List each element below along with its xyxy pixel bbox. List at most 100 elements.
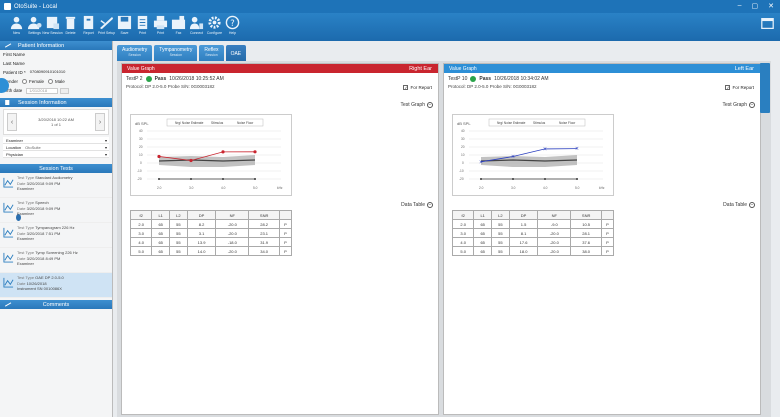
session-info-header[interactable]: Session Information (0, 98, 112, 107)
patient-id-label: Patient ID * (3, 70, 26, 75)
toolbar-button[interactable]: ? Help (224, 13, 241, 35)
toolbar-button[interactable]: Print Setup (98, 13, 115, 35)
svg-text:-20: -20 (137, 177, 142, 181)
for-report-checkbox[interactable]: ✓ For Report (725, 85, 754, 90)
physician-select[interactable]: Physician ▾ (3, 151, 109, 158)
examiner-select[interactable]: Examiner ▾ (3, 137, 109, 144)
toolbar-button[interactable]: Print (152, 13, 169, 35)
protocol-line: Protocol: DP 2.0-5.0 Probe S/N: 0G000318… (448, 84, 537, 89)
toolbar-label: Settings (28, 31, 41, 35)
location-select[interactable]: Location OtoSuite ▾ (3, 144, 109, 151)
test-list-item[interactable]: Test Type Tympanogram 226 Hz Date 3/20/2… (0, 223, 112, 248)
side-scroll-handle[interactable] (760, 63, 770, 113)
data-table-toggle[interactable]: Data Table − (723, 202, 755, 208)
birth-date-field[interactable]: 1/01/2018 (26, 87, 59, 94)
table-cell: 1.5 (508, 219, 539, 229)
noise-mean-line (158, 159, 256, 162)
left-ear-panel: Value Graph Left Ear TestP 10 Pass 10/26… (443, 63, 761, 415)
panel-title: Session Information (18, 99, 67, 106)
table-header-cell (601, 210, 614, 220)
test-extra: Examiner (17, 186, 34, 191)
table-cell: 55 (169, 219, 188, 229)
dp-graph: dB SPL Nrg/ Noise Estimate Stimulus Nois… (452, 114, 614, 196)
test-graph-toggle[interactable]: Test Graph − (723, 102, 755, 108)
test-datetime: 10/26/2018 10:25:52 AM (169, 76, 224, 82)
session-tests-header[interactable]: Session Tests (0, 164, 112, 173)
svg-text:3.0: 3.0 (189, 186, 194, 190)
toolbar-button[interactable]: New Session (42, 13, 63, 35)
patient-info-header[interactable]: Patient Information (0, 41, 112, 50)
table-cell: -20.0 (215, 219, 250, 229)
test-list-item[interactable]: Test Type Standard Audiometry Date 3/20/… (0, 173, 112, 198)
maximize-icon[interactable]: ▢ (752, 2, 759, 10)
help-icon: ? (225, 15, 240, 30)
audiogram-icon (3, 177, 14, 188)
test-result: Pass (154, 76, 167, 82)
male-radio[interactable] (48, 79, 54, 84)
toolbar-button[interactable]: Report (80, 13, 97, 35)
table-header-cell: L1 (473, 210, 493, 220)
table-header-cell: L1 (151, 210, 171, 220)
test-list-item[interactable]: Test Type OAE DP 2.0-5.0 Date 10/26/2018… (0, 273, 112, 298)
patient-id-field[interactable]: 0708090910101010 (28, 69, 86, 76)
toolbar-label: Configure (206, 31, 223, 35)
tab-audiometry[interactable]: Audiometry Session (117, 45, 153, 61)
panel-toggle-icon[interactable] (761, 17, 774, 30)
test-list-item[interactable]: Test Type Tymp Screening 226 Hz Date 3/2… (0, 248, 112, 273)
next-session-button[interactable]: › (95, 113, 105, 131)
minimize-icon[interactable]: – (738, 2, 742, 10)
svg-text:×: × (511, 154, 515, 160)
for-report-checkbox[interactable]: ✓ For Report (403, 85, 432, 90)
test-date: 10/26/2018 (26, 280, 47, 286)
toolbar-button[interactable]: Settings (26, 13, 43, 35)
close-icon[interactable]: ✕ (768, 2, 774, 10)
tab-reflex[interactable]: Reflex Session (199, 45, 224, 61)
value-graph-dropdown[interactable]: Value Graph (449, 66, 477, 72)
table-header-cell: DP (508, 210, 539, 220)
table-cell: 65 (473, 246, 493, 256)
calendar-icon[interactable] (60, 87, 70, 94)
panel-title: Patient Information (18, 42, 65, 49)
test-tabs: Audiometry Session Tympanometry Session Re… (117, 45, 247, 62)
settings-icon (27, 16, 42, 30)
value-graph-dropdown[interactable]: Value Graph (127, 66, 155, 72)
toolbar-button[interactable]: Print (134, 13, 151, 35)
comments-header[interactable]: Comments (0, 300, 112, 309)
toolbar-button[interactable]: Delete (62, 13, 79, 35)
table-header-cell: NF (215, 210, 250, 220)
checkbox-icon: ✓ (403, 85, 409, 90)
tab-oae[interactable]: OAE (225, 45, 247, 62)
svg-text:20: 20 (139, 145, 143, 149)
toolbar-button[interactable]: Connect (188, 13, 205, 35)
toolbar-button[interactable]: Fax (170, 13, 187, 35)
svg-text:4.0: 4.0 (221, 186, 226, 190)
table-cell: 34.0 (248, 246, 280, 256)
table-row: 3.0 65 55 3.1 -20.0 23.1 P (129, 228, 292, 238)
table-header-cell: SNR (248, 210, 280, 220)
dp-table: f2 L1 L2 DP NF SNR 2.0 65 55 1.5 -9.0 10.5 P 3.0 65 55… (451, 210, 614, 256)
data-table-toggle[interactable]: Data Table − (401, 202, 433, 208)
oae-icon (3, 277, 14, 288)
toolbar-label: Print (138, 31, 147, 35)
table-cell: -20.0 (215, 246, 250, 256)
toolbar-button[interactable]: New (8, 13, 25, 35)
print-icon (137, 15, 148, 30)
test-list-item[interactable]: Test Type Speech Date 3/20/2018 9:09 PM … (0, 198, 112, 223)
table-cell: 23.1 (248, 228, 280, 238)
tab-tympanometry[interactable]: Tympanometry Session (154, 45, 198, 61)
prev-session-button[interactable]: ‹ (7, 113, 17, 131)
y-ticks: 40 30 20 10 0 -10 -20 (459, 129, 465, 181)
female-radio[interactable] (22, 79, 28, 84)
toolbar-button[interactable]: Save (116, 13, 133, 35)
ear-title: Left Ear (734, 65, 754, 72)
toolbar-button[interactable]: Configure (206, 13, 223, 35)
table-cell: 37.6 (570, 237, 602, 247)
table-header-cell: f2 (451, 210, 475, 220)
dp-graph-svg: dB SPL Nrg/ Noise Estimate Stimulus Nois… (457, 118, 605, 190)
test-graph-toggle[interactable]: Test Graph − (401, 102, 433, 108)
pin-icon (4, 43, 12, 48)
dp-table: f2 L1 L2 DP NF SNR 2.0 65 55 8.2 -20.0 28.2 P 3.0 65 5… (129, 210, 292, 256)
table-cell: P (601, 219, 614, 229)
protocol-line: Protocol: DP 2.0-5.0 Probe S/N: 0G000318… (126, 84, 215, 89)
physician-label: Physician (6, 151, 24, 157)
